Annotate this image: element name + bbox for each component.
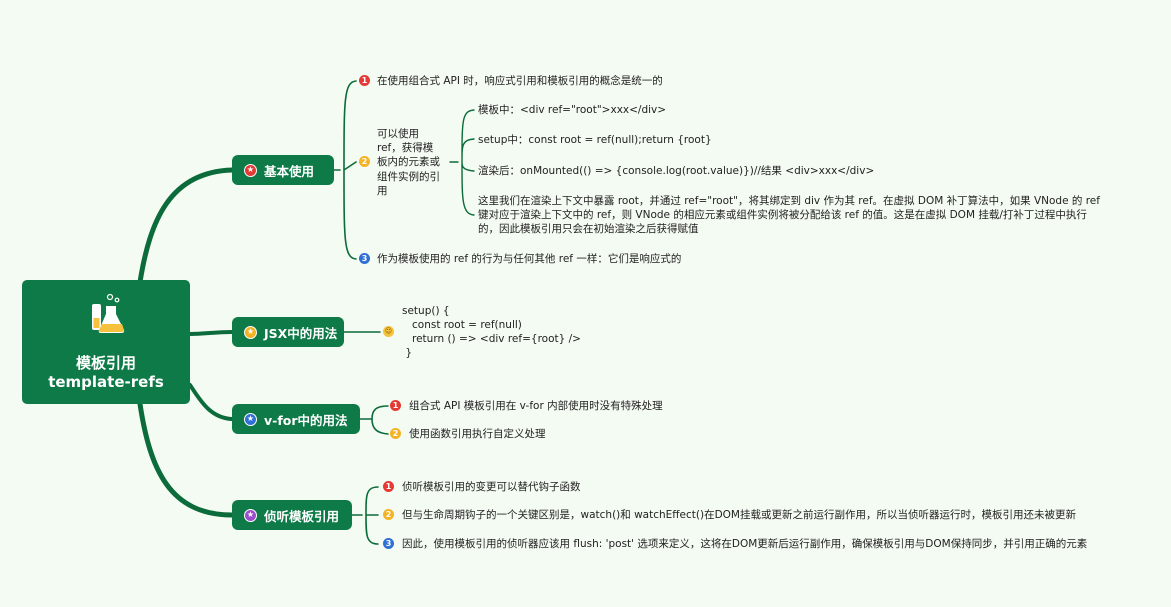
- leaf-node[interactable]: 侦听模板引用的变更可以替代钩子函数: [402, 480, 581, 494]
- leaf-node[interactable]: 作为模板使用的 ref 的行为与任何其他 ref 一样：它们是响应式的: [377, 252, 681, 266]
- link-basic-children: [333, 80, 357, 260]
- link-ref-children: [449, 109, 475, 216]
- code-line: const root = ref(null): [402, 319, 522, 331]
- branch-watch-refs[interactable]: ★ 侦听模板引用: [232, 500, 352, 530]
- marker-1-icon: 1: [383, 481, 394, 492]
- star-icon: ★: [244, 412, 257, 426]
- leaf-node-ref[interactable]: 可以使用 ref，获得模 板内的元素或 组件实例的引 用: [377, 127, 440, 198]
- marker-3-icon: 3: [359, 253, 370, 264]
- branch-label: 侦听模板引用: [264, 508, 340, 524]
- leaf-line: 用: [377, 184, 388, 197]
- marker-2-icon: 2: [390, 428, 401, 439]
- leaf-line: 的，因此模板引用只会在初始渲染之后获得赋值: [478, 223, 699, 235]
- root-subtitle: template-refs: [48, 373, 164, 391]
- star-icon: ★: [244, 163, 257, 177]
- code-line: }: [402, 347, 413, 359]
- star-icon: ★: [244, 325, 257, 339]
- leaf-node[interactable]: 组合式 API 模板引用在 v-for 内部使用时没有特殊处理: [409, 399, 663, 413]
- star-icon: ★: [244, 508, 257, 522]
- leaf-line: ref，获得模: [377, 142, 434, 155]
- marker-1-icon: 1: [359, 75, 370, 86]
- branch-basic-usage[interactable]: ★ 基本使用: [232, 155, 334, 185]
- root-title: 模板引用: [75, 354, 136, 372]
- leaf-node-explanation[interactable]: 这里我们在渲染上下文中暴露 root，并通过 ref="root"，将其绑定到 …: [478, 194, 1100, 236]
- branch-vfor-usage[interactable]: ★ v-for中的用法: [232, 404, 360, 434]
- marker-3-icon: 3: [383, 538, 394, 549]
- leaf-node-code[interactable]: setup() { const root = ref(null) return …: [402, 304, 581, 360]
- marker-1-icon: 1: [390, 400, 401, 411]
- branch-jsx-usage[interactable]: ★ JSX中的用法: [232, 317, 344, 347]
- leaf-node[interactable]: 在使用组合式 API 时，响应式引用和模板引用的概念是统一的: [377, 74, 663, 88]
- link-root-basic: [137, 167, 235, 285]
- marker-2-icon: 2: [383, 509, 394, 520]
- branch-label: 基本使用: [264, 163, 315, 179]
- link-root-vfor: [188, 383, 234, 421]
- link-root-jsx: [188, 330, 234, 336]
- leaf-node[interactable]: 模板中：<div ref="root">xxx</div>: [478, 103, 666, 117]
- marker-2-icon: 2: [359, 156, 370, 167]
- code-line: return () => <div ref={root} />: [402, 333, 581, 345]
- leaf-line: 板内的元素或: [377, 156, 440, 169]
- leaf-node[interactable]: 渲染后：onMounted(() => {console.log(root.va…: [478, 164, 874, 178]
- leaf-node[interactable]: 但与生命周期钩子的一个关键区别是，watch()和 watchEffect()在…: [402, 508, 1076, 522]
- link-vfor-children: [359, 405, 389, 435]
- link-watch-children: [351, 486, 379, 545]
- leaf-node[interactable]: 使用函数引用执行自定义处理: [409, 427, 546, 441]
- leaf-node[interactable]: 因此，使用模板引用的侦听器应该用 flush: 'post' 选项来定义，这将在…: [402, 537, 1087, 551]
- leaf-line: 组件实例的引: [377, 170, 440, 183]
- leaf-line: 键对应于渲染上下文中的 ref，则 VNode 的相应元素或组件实例将被分配给该…: [478, 209, 1087, 221]
- link-root-watch: [137, 401, 235, 518]
- lab-flask-icon: [88, 292, 128, 336]
- branch-label: JSX中的用法: [264, 325, 338, 341]
- branch-label: v-for中的用法: [264, 412, 348, 428]
- leaf-line: 可以使用: [377, 128, 419, 140]
- smiley-icon: ☺: [383, 326, 394, 337]
- leaf-line: 这里我们在渲染上下文中暴露 root，并通过 ref="root"，将其绑定到 …: [478, 195, 1100, 207]
- code-line: setup() {: [402, 305, 450, 317]
- root-node[interactable]: 模板引用 template-refs: [22, 280, 190, 404]
- leaf-node[interactable]: setup中：const root = ref(null);return {ro…: [478, 133, 712, 147]
